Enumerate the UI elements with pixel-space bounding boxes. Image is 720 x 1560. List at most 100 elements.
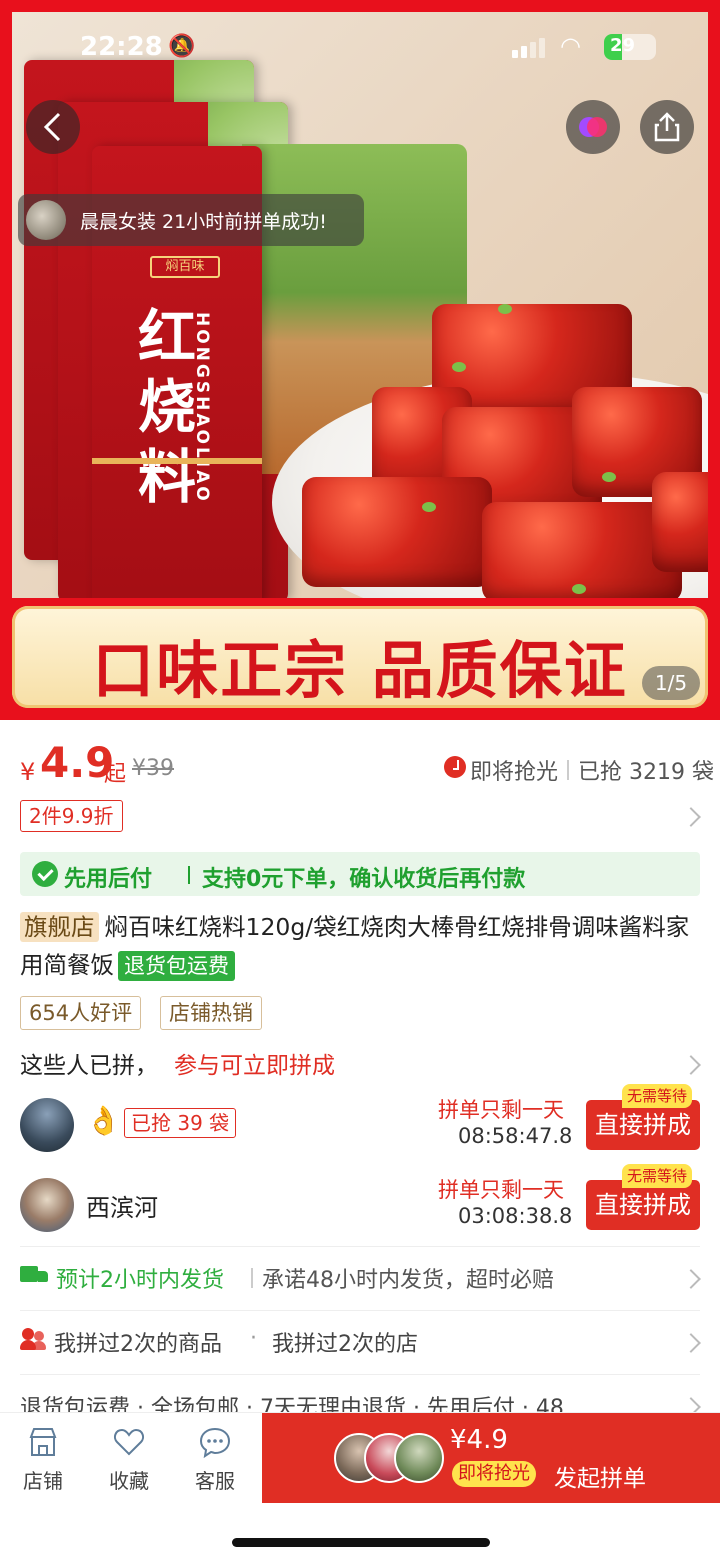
services-list: 退货包运费 · 全场包邮 · 7天无理由退货 · 先用后付 · 48... — [20, 1396, 585, 1412]
price-from: 起 — [104, 762, 127, 787]
buy-price: ¥4.9 — [450, 1425, 508, 1455]
join-section-subtitle: 参与可立即拼成 — [174, 1053, 335, 1079]
share-icon — [654, 112, 680, 142]
dot-separator: · — [250, 1326, 257, 1351]
scallion — [422, 502, 436, 512]
chevron-right-icon[interactable] — [681, 1055, 701, 1075]
service-tab[interactable]: 客服 — [180, 1425, 250, 1494]
buyer-avatars — [334, 1433, 444, 1483]
divider — [20, 1246, 700, 1247]
group-row: 👌 已抢 39 袋 拼单只剩一天 08:58:47.8 直接拼成 无需等待 — [0, 1084, 720, 1162]
hot-seller-tag[interactable]: 店铺热销 — [160, 996, 262, 1030]
selling-out-label: 即将抢光 — [470, 760, 559, 785]
chevron-right-icon — [681, 1397, 701, 1412]
divider — [567, 760, 569, 780]
pay-later-banner[interactable]: 先用后付 支持0元下单，确认收货后再付款 — [20, 852, 700, 896]
countdown-timer: 03:08:38.8 — [458, 1204, 573, 1228]
price-currency: ¥ — [20, 758, 36, 786]
favorite-tab[interactable]: 收藏 — [94, 1425, 164, 1494]
product-title: 旗舰店 焖百味红烧料120g/袋红烧肉大棒骨红烧排骨调味酱料家用简餐饭 退货包运费 — [20, 908, 700, 984]
selling-out-badge: 即将抢光 — [452, 1461, 536, 1487]
avatar — [20, 1098, 74, 1152]
product-photo: 焖百味 红烧料 HONGSHAOLIAO — [12, 12, 708, 598]
time-left-label: 拼单只剩一天 — [438, 1178, 564, 1202]
services-row[interactable]: 退货包运费 · 全场包邮 · 7天无理由退货 · 先用后付 · 48... — [0, 1376, 720, 1412]
toast-avatar — [26, 200, 66, 240]
original-price: ¥39 — [132, 756, 174, 781]
bought-items-label: 我拼过2次的商品 — [54, 1332, 222, 1357]
shipping-promise: 承诺48小时内发货，超时必赔 — [262, 1268, 554, 1293]
bought-stores-label: 我拼过2次的店 — [272, 1332, 418, 1357]
group-success-toast: 晨晨女装 21小时前拼单成功! — [18, 194, 364, 246]
scallion — [452, 362, 466, 372]
signal-icon — [512, 38, 545, 58]
scallion — [498, 304, 512, 314]
return-shipping-tag: 退货包运费 — [118, 951, 235, 981]
wifi-icon: ◠ — [560, 32, 581, 60]
store-tab-label: 店铺 — [23, 1469, 63, 1493]
pork-cube — [652, 472, 708, 572]
divider — [20, 1374, 700, 1375]
pay-later-desc: 支持0元下单，确认收货后再付款 — [202, 867, 526, 892]
avatar — [394, 1433, 444, 1483]
start-group-buy-button[interactable]: ¥4.9 即将抢光 发起拼单 — [262, 1413, 720, 1503]
package-brand: 焖百味 — [150, 256, 220, 278]
truck-icon — [20, 1264, 48, 1286]
status-time: 22:28 — [80, 32, 163, 62]
status-bar: 22:28 🔕 ◠ 29 — [0, 30, 720, 66]
countdown-timer: 08:58:47.8 — [458, 1124, 573, 1148]
avatar — [20, 1178, 74, 1232]
group-user-name: 👌 — [86, 1104, 121, 1137]
image-pager: 1/5 — [642, 666, 700, 700]
time-left-label: 拼单只剩一天 — [438, 1098, 564, 1122]
battery-level: 29 — [610, 35, 636, 56]
hero-slogan-banner: 口味正宗 品质保证 — [12, 606, 708, 708]
discount-tag[interactable]: 2件9.9折 — [20, 800, 123, 832]
scallion — [572, 584, 586, 594]
app-logo-icon — [579, 117, 607, 137]
slogan-text: 口味正宗 品质保证 — [92, 634, 628, 707]
package-stripe — [92, 458, 262, 464]
bottom-action-bar: 店铺 收藏 客服 ¥4.9 即将抢光 发起拼单 — [0, 1412, 720, 1504]
chat-icon — [199, 1427, 231, 1459]
price-row: ¥ 4.9 起 ¥39 即将抢光 已抢 3219 袋 — [0, 738, 720, 792]
store-icon — [29, 1428, 57, 1456]
purchase-history-row[interactable]: 我拼过2次的商品 · 我拼过2次的店 — [0, 1312, 720, 1372]
divider — [251, 1268, 253, 1288]
back-button[interactable] — [26, 100, 80, 154]
service-tab-label: 客服 — [195, 1469, 235, 1493]
toast-text: 晨晨女装 21小时前拼单成功! — [80, 210, 327, 233]
scallion — [602, 472, 616, 482]
mute-icon: 🔕 — [168, 34, 196, 59]
pork-cube — [302, 477, 492, 587]
package-pinyin: HONGSHAOLIAO — [192, 312, 212, 504]
pay-later-title: 先用后付 — [64, 867, 153, 892]
shipping-row[interactable]: 预计2小时内发货 承诺48小时内发货，超时必赔 — [0, 1248, 720, 1308]
chevron-right-icon — [681, 1269, 701, 1289]
divider — [20, 1310, 700, 1311]
share-button[interactable] — [640, 100, 694, 154]
no-wait-badge: 无需等待 — [622, 1084, 693, 1108]
store-tab[interactable]: 店铺 — [8, 1425, 78, 1494]
shield-check-icon — [32, 861, 58, 887]
reviews-tag[interactable]: 654人好评 — [20, 996, 142, 1030]
alarm-clock-icon — [444, 756, 466, 778]
shipping-estimate: 预计2小时内发货 — [56, 1268, 224, 1293]
favorite-tab-label: 收藏 — [109, 1469, 149, 1493]
divider — [188, 866, 190, 884]
group-user-name: 西滨河 — [86, 1194, 158, 1222]
no-wait-badge: 无需等待 — [622, 1164, 693, 1188]
group-row: 西滨河 拼单只剩一天 03:08:38.8 直接拼成 无需等待 — [0, 1164, 720, 1242]
chevron-left-icon — [43, 112, 61, 142]
heart-icon — [113, 1428, 145, 1456]
grabbed-count-tag: 已抢 39 袋 — [124, 1108, 237, 1138]
app-logo-button[interactable] — [566, 100, 620, 154]
sold-count: 已抢 3219 袋 — [578, 760, 714, 785]
chevron-right-icon[interactable] — [681, 807, 701, 827]
buy-label: 发起拼单 — [554, 1466, 646, 1492]
chevron-right-icon — [681, 1333, 701, 1353]
home-indicator — [232, 1538, 490, 1547]
join-section-title: 这些人已拼， — [20, 1053, 158, 1079]
users-icon — [20, 1326, 48, 1352]
flagship-store-tag: 旗舰店 — [20, 912, 99, 942]
